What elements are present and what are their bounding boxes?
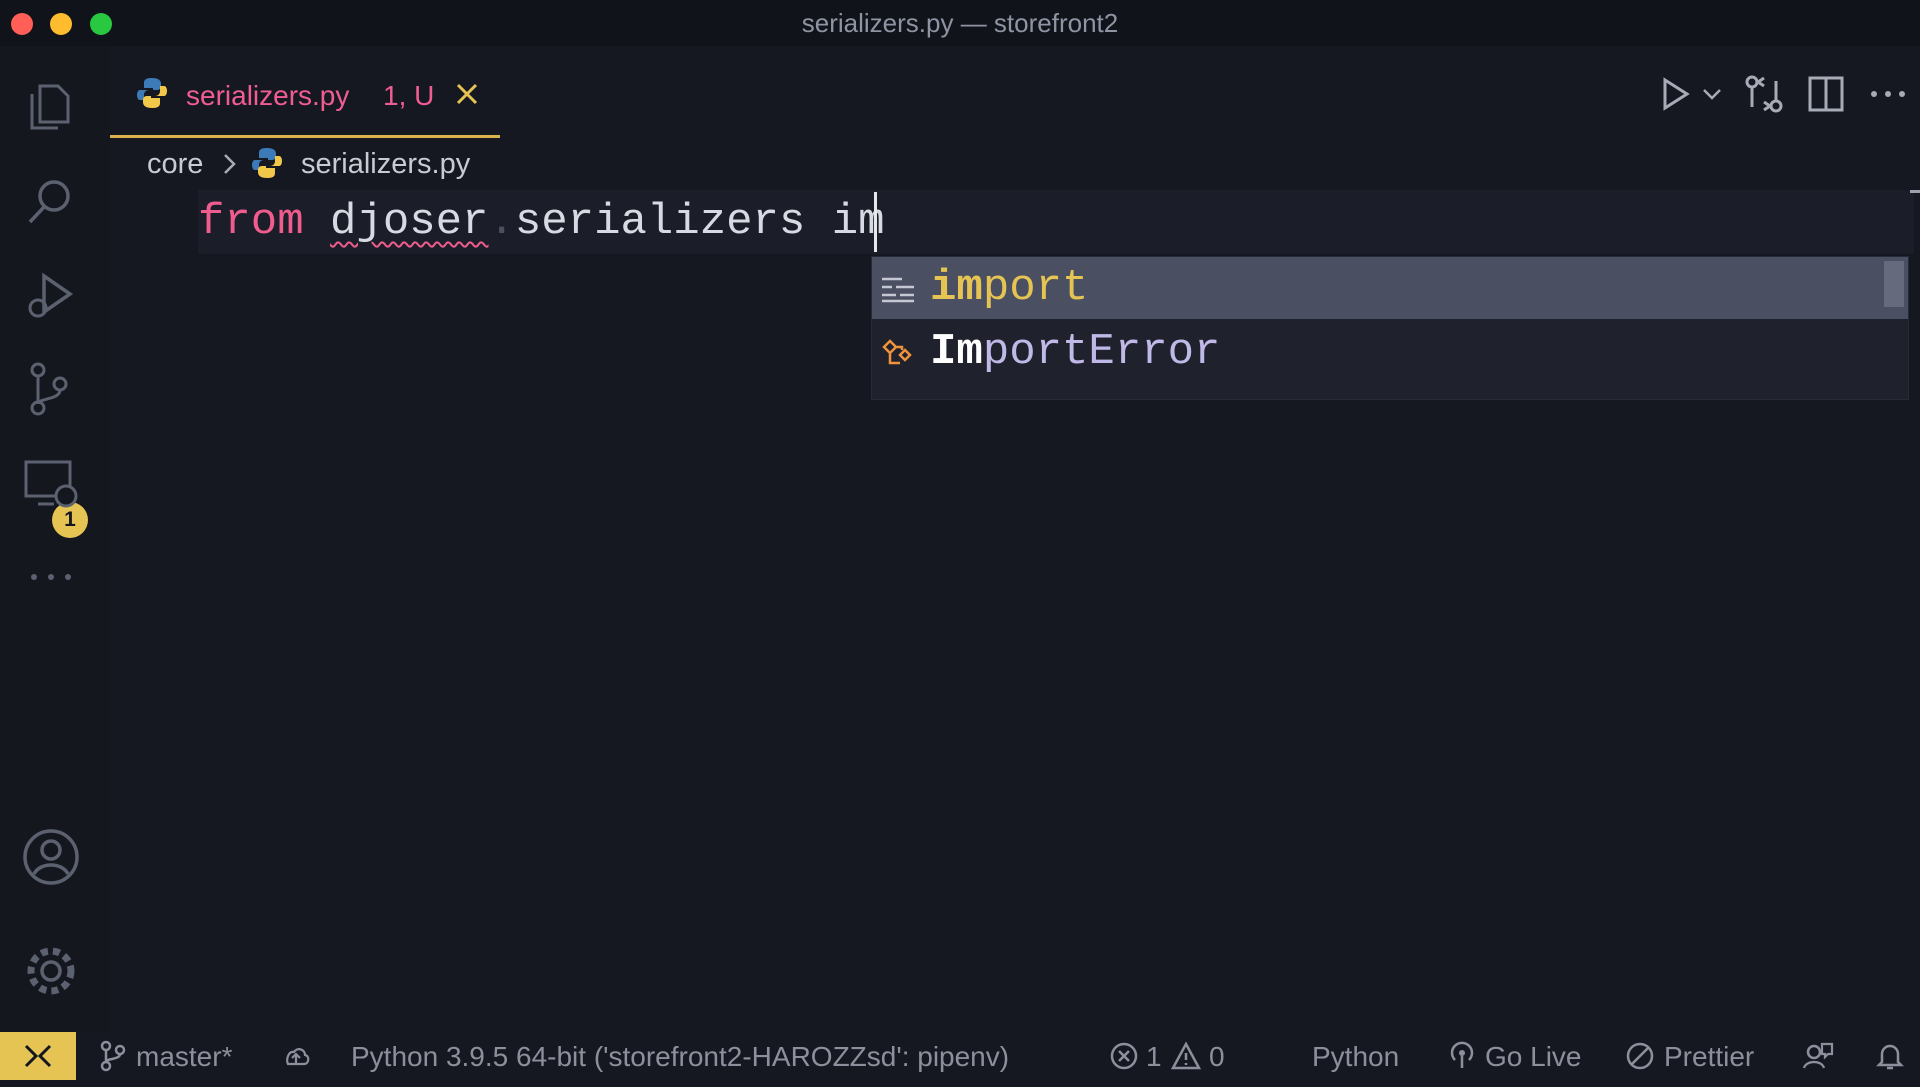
text-cursor [874,192,877,252]
submodule-name: serializers [514,197,806,247]
class-icon [882,339,912,365]
run-debug-icon[interactable] [20,264,82,326]
broadcast-icon [1450,1041,1474,1068]
tab-label: serializers.py [186,80,350,111]
more-actions-icon[interactable] [1868,74,1908,114]
run-file-icon[interactable] [1655,74,1695,114]
more-icon[interactable] [20,546,82,608]
warning-icon [1170,1041,1202,1070]
cloud-upload-icon[interactable] [280,1040,312,1072]
suggestion-widget: import ImportError [871,256,1909,400]
error-icon [1110,1042,1138,1070]
prettier-icon [1626,1042,1654,1070]
settings-gear-icon[interactable] [20,940,82,1002]
close-icon[interactable] [452,79,482,109]
bell-icon[interactable] [1874,1040,1906,1072]
breadcrumb-folder[interactable]: core [147,148,203,181]
tab-serializers[interactable]: serializers.py 1, U [110,46,500,138]
compare-changes-icon[interactable] [1744,74,1784,114]
title-bar: serializers.py — storefront2 [0,0,1920,46]
editor-tab-bar: serializers.py 1, U [110,46,1920,138]
remote-explorer-icon[interactable] [20,452,82,514]
breadcrumb-file[interactable]: serializers.py [301,148,470,181]
chevron-down-icon[interactable] [1700,74,1724,114]
chevron-right-icon [224,154,236,174]
suggestion-item-importerror[interactable]: ImportError [872,321,1908,383]
python-interpreter[interactable]: Python 3.9.5 64-bit ('storefront2-HAROZZ… [351,1041,1009,1073]
error-count[interactable]: 1 [1146,1041,1162,1073]
suggestion-match: Im [930,327,983,377]
suggestion-rest: port [982,263,1089,313]
overview-ruler-marker [1910,190,1920,193]
warning-count[interactable]: 0 [1209,1041,1225,1073]
branch-icon [100,1040,126,1072]
feedback-icon[interactable] [1802,1040,1834,1072]
status-bar: master* Python 3.9.5 64-bit ('storefront… [0,1032,1920,1080]
window-title: serializers.py — storefront2 [801,8,1119,38]
account-icon[interactable] [20,826,82,888]
python-file-icon [137,78,167,108]
prettier-status[interactable]: Prettier [1664,1041,1754,1073]
suggestion-match: im [930,263,983,313]
keyword-from: from [198,197,304,247]
tab-status: 1, U [383,80,435,111]
suggestion-item-import[interactable]: import [872,257,1908,319]
keyword-icon [882,277,914,303]
code-dot: . [488,197,515,247]
split-editor-icon[interactable] [1806,74,1846,114]
remote-icon [24,1044,52,1068]
python-file-icon [252,148,282,178]
module-name-error: djoser [330,197,489,247]
remote-indicator[interactable] [0,1032,76,1080]
activity-bar: 1 [0,46,110,1032]
search-icon[interactable] [20,170,82,232]
source-control-icon[interactable] [20,358,82,420]
go-live-button[interactable]: Go Live [1485,1041,1582,1073]
code-line-1[interactable]: from djoser.serializers im [198,193,885,251]
language-mode[interactable]: Python [1312,1041,1399,1073]
suggestion-rest: portError [982,327,1221,377]
explorer-icon[interactable] [20,76,82,138]
suggestion-scrollbar[interactable] [1884,261,1904,307]
branch-name[interactable]: master* [136,1041,232,1073]
